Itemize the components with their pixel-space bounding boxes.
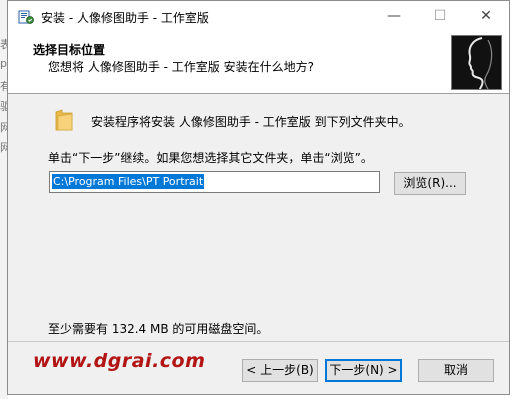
title-bar: 安装 - 人像修图助手 - 工作室版 — ☐ ✕ (8, 1, 509, 32)
next-button[interactable]: 下一步(N) > (325, 359, 402, 382)
background-text: p (0, 57, 7, 70)
minimize-button[interactable]: — (371, 1, 417, 32)
page-subtitle: 您想将 人像修图助手 - 工作室版 安装在什么地方? (48, 60, 314, 74)
cancel-button[interactable]: 取消 (418, 359, 494, 382)
install-path-input[interactable]: C:\Program Files\PT Portrait (49, 171, 380, 193)
disk-space-text: 至少需要有 132.4 MB 的可用磁盘空间。 (48, 322, 269, 336)
browse-button[interactable]: 浏览(R)... (394, 172, 466, 195)
install-path-value: C:\Program Files\PT Portrait (52, 174, 205, 189)
install-intro-text: 安装程序将安装 人像修图助手 - 工作室版 到下列文件夹中。 (91, 115, 411, 129)
close-button[interactable]: ✕ (463, 1, 509, 32)
watermark-text: www.dgrai.com (33, 350, 206, 372)
portrait-silhouette-image (451, 35, 502, 90)
maximize-button[interactable]: ☐ (417, 1, 463, 32)
footer-divider (8, 341, 509, 342)
window-title: 安装 - 人像修图助手 - 工作室版 (41, 11, 209, 25)
setup-dialog: 安装 - 人像修图助手 - 工作室版 — ☐ ✕ 选择目标位置 您想将 人像修图… (7, 0, 510, 395)
page-title: 选择目标位置 (33, 43, 106, 57)
instruction-text: 单击“下一步”继续。如果您想选择其它文件夹，单击“浏览”。 (48, 151, 373, 165)
folder-icon (55, 109, 73, 131)
back-button[interactable]: < 上一步(B) (242, 359, 318, 382)
wizard-header: 选择目标位置 您想将 人像修图助手 - 工作室版 安装在什么地方? (8, 32, 509, 94)
installer-icon (18, 10, 34, 24)
